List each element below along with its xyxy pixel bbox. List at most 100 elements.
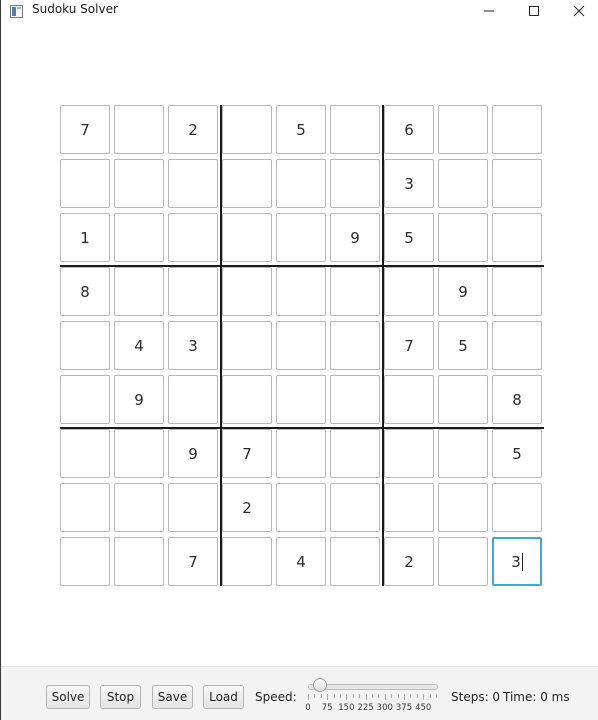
sudoku-cell-r8-c2[interactable] bbox=[114, 483, 164, 532]
sudoku-cell-r7-c2[interactable] bbox=[114, 429, 164, 478]
solve-button[interactable]: Solve bbox=[46, 685, 90, 709]
sudoku-cell-r9-c2[interactable] bbox=[114, 537, 164, 586]
sudoku-cell-r3-c4[interactable] bbox=[222, 213, 272, 262]
sudoku-cell-r2-c1[interactable] bbox=[60, 159, 110, 208]
slider-track[interactable] bbox=[308, 684, 438, 690]
speed-slider[interactable]: 0 75 150 225 300 375 450 bbox=[304, 677, 440, 717]
sudoku-cell-r2-c8[interactable] bbox=[438, 159, 488, 208]
sudoku-cell-r5-c5[interactable] bbox=[276, 321, 326, 370]
sudoku-cell-r8-c7[interactable] bbox=[384, 483, 434, 532]
sudoku-cell-r7-c1[interactable] bbox=[60, 429, 110, 478]
sudoku-cell-r7-c9[interactable]: 5 bbox=[492, 429, 542, 478]
minimize-button[interactable] bbox=[466, 0, 512, 22]
sudoku-cell-r3-c9[interactable] bbox=[492, 213, 542, 262]
slider-tick bbox=[333, 694, 335, 698]
close-button[interactable] bbox=[556, 0, 598, 22]
sudoku-cell-r4-c4[interactable] bbox=[222, 267, 272, 316]
slider-tick bbox=[320, 694, 322, 698]
sudoku-cell-r2-c6[interactable] bbox=[330, 159, 380, 208]
sudoku-cell-r8-c5[interactable] bbox=[276, 483, 326, 532]
sudoku-cell-r4-c5[interactable] bbox=[276, 267, 326, 316]
sudoku-cell-r3-c6[interactable]: 9 bbox=[330, 213, 380, 262]
sudoku-cell-r4-c1[interactable]: 8 bbox=[60, 267, 110, 316]
sudoku-cell-r6-c1[interactable] bbox=[60, 375, 110, 424]
sudoku-cell-r9-c6[interactable] bbox=[330, 537, 380, 586]
sudoku-cell-r5-c9[interactable] bbox=[492, 321, 542, 370]
sudoku-cell-r9-c7[interactable]: 2 bbox=[384, 537, 434, 586]
sudoku-cell-r7-c5[interactable] bbox=[276, 429, 326, 478]
sudoku-cell-r3-c2[interactable] bbox=[114, 213, 164, 262]
sudoku-cell-r4-c7[interactable] bbox=[384, 267, 434, 316]
save-button[interactable]: Save bbox=[152, 685, 193, 709]
slider-tick bbox=[308, 694, 309, 700]
sudoku-cell-r1-c7[interactable]: 6 bbox=[384, 105, 434, 154]
block-divider-vertical-2 bbox=[382, 105, 384, 586]
sudoku-cell-r4-c6[interactable] bbox=[330, 267, 380, 316]
sudoku-cell-r1-c6[interactable] bbox=[330, 105, 380, 154]
sudoku-cell-r3-c3[interactable] bbox=[168, 213, 218, 262]
sudoku-cell-r9-c1[interactable] bbox=[60, 537, 110, 586]
sudoku-cell-r6-c3[interactable] bbox=[168, 375, 218, 424]
sudoku-cell-r5-c1[interactable] bbox=[60, 321, 110, 370]
sudoku-cell-r6-c8[interactable] bbox=[438, 375, 488, 424]
sudoku-cell-r1-c1[interactable]: 7 bbox=[60, 105, 110, 154]
sudoku-cell-r7-c3[interactable]: 9 bbox=[168, 429, 218, 478]
sudoku-cell-r1-c3[interactable]: 2 bbox=[168, 105, 218, 154]
sudoku-cell-r6-c9[interactable]: 8 bbox=[492, 375, 542, 424]
sudoku-cell-r5-c2[interactable]: 4 bbox=[114, 321, 164, 370]
sudoku-cell-r2-c4[interactable] bbox=[222, 159, 272, 208]
sudoku-cell-r4-c3[interactable] bbox=[168, 267, 218, 316]
sudoku-cell-r3-c8[interactable] bbox=[438, 213, 488, 262]
sudoku-cell-r1-c2[interactable] bbox=[114, 105, 164, 154]
sudoku-cell-r3-c7[interactable]: 5 bbox=[384, 213, 434, 262]
cell-value: 4 bbox=[296, 552, 306, 571]
sudoku-cell-r5-c7[interactable]: 7 bbox=[384, 321, 434, 370]
sudoku-cell-r1-c9[interactable] bbox=[492, 105, 542, 154]
cell-value: 7 bbox=[242, 444, 252, 463]
sudoku-cell-r8-c1[interactable] bbox=[60, 483, 110, 532]
maximize-button[interactable] bbox=[511, 0, 557, 22]
sudoku-cell-r4-c2[interactable] bbox=[114, 267, 164, 316]
sudoku-cell-r6-c2[interactable]: 9 bbox=[114, 375, 164, 424]
sudoku-cell-r6-c4[interactable] bbox=[222, 375, 272, 424]
sudoku-cell-r5-c3[interactable]: 3 bbox=[168, 321, 218, 370]
sudoku-cell-r3-c1[interactable]: 1 bbox=[60, 213, 110, 262]
sudoku-cell-r7-c4[interactable]: 7 bbox=[222, 429, 272, 478]
sudoku-cell-r7-c6[interactable] bbox=[330, 429, 380, 478]
load-button[interactable]: Load bbox=[203, 685, 244, 709]
sudoku-cell-r2-c2[interactable] bbox=[114, 159, 164, 208]
sudoku-cell-r6-c7[interactable] bbox=[384, 375, 434, 424]
sudoku-cell-r9-c9[interactable]: 3 bbox=[492, 537, 542, 586]
sudoku-cell-r9-c8[interactable] bbox=[438, 537, 488, 586]
sudoku-cell-r8-c8[interactable] bbox=[438, 483, 488, 532]
sudoku-cell-r9-c5[interactable]: 4 bbox=[276, 537, 326, 586]
slider-tick bbox=[404, 694, 405, 700]
sudoku-cell-r6-c6[interactable] bbox=[330, 375, 380, 424]
sudoku-cell-r2-c9[interactable] bbox=[492, 159, 542, 208]
sudoku-cell-r8-c3[interactable] bbox=[168, 483, 218, 532]
sudoku-cell-r5-c4[interactable] bbox=[222, 321, 272, 370]
sudoku-cell-r1-c8[interactable] bbox=[438, 105, 488, 154]
sudoku-cell-r1-c5[interactable]: 5 bbox=[276, 105, 326, 154]
sudoku-cell-r8-c6[interactable] bbox=[330, 483, 380, 532]
sudoku-cell-r9-c4[interactable] bbox=[222, 537, 272, 586]
sudoku-cell-r1-c4[interactable] bbox=[222, 105, 272, 154]
sudoku-cell-r2-c5[interactable] bbox=[276, 159, 326, 208]
sudoku-cell-r7-c7[interactable] bbox=[384, 429, 434, 478]
slider-thumb[interactable] bbox=[313, 678, 327, 692]
slider-tick bbox=[372, 694, 373, 698]
sudoku-cell-r2-c3[interactable] bbox=[168, 159, 218, 208]
stop-button[interactable]: Stop bbox=[100, 685, 141, 709]
sudoku-cell-r2-c7[interactable]: 3 bbox=[384, 159, 434, 208]
sudoku-cell-r5-c8[interactable]: 5 bbox=[438, 321, 488, 370]
sudoku-cell-r8-c9[interactable] bbox=[492, 483, 542, 532]
sudoku-cell-r9-c3[interactable]: 7 bbox=[168, 537, 218, 586]
sudoku-cell-r6-c5[interactable] bbox=[276, 375, 326, 424]
sudoku-cell-r4-c8[interactable]: 9 bbox=[438, 267, 488, 316]
maximize-icon bbox=[528, 5, 540, 17]
sudoku-cell-r7-c8[interactable] bbox=[438, 429, 488, 478]
sudoku-cell-r5-c6[interactable] bbox=[330, 321, 380, 370]
sudoku-cell-r8-c4[interactable]: 2 bbox=[222, 483, 272, 532]
sudoku-cell-r3-c5[interactable] bbox=[276, 213, 326, 262]
sudoku-cell-r4-c9[interactable] bbox=[492, 267, 542, 316]
